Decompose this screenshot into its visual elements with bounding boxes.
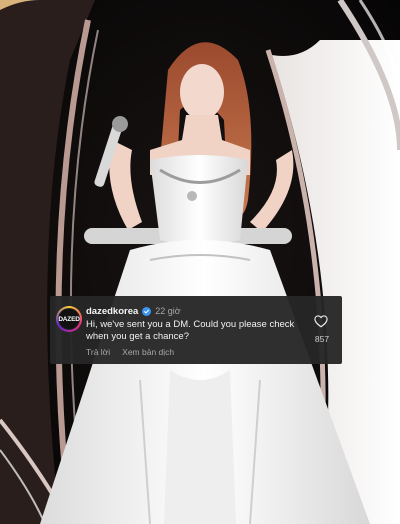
- avatar-logo-text: DAZED: [58, 315, 80, 323]
- see-translation-button[interactable]: Xem bản dịch: [122, 347, 174, 357]
- like-count: 857: [314, 334, 330, 344]
- avatar-inner: DAZED: [58, 308, 80, 330]
- verified-badge-icon: [142, 306, 152, 316]
- comment-text: Hi, we've sent you a DM. Could you pleas…: [86, 319, 295, 342]
- comment-timestamp: 22 giờ: [155, 306, 181, 316]
- reply-button[interactable]: Trả lời: [86, 347, 110, 357]
- comment-card: DAZED dazedkorea 22 giờ Hi, we've sent y…: [50, 296, 342, 364]
- background-photo: [0, 0, 400, 524]
- heart-icon[interactable]: [314, 315, 328, 328]
- comment-actions: Trả lời Xem bản dịch: [86, 347, 174, 357]
- avatar[interactable]: DAZED: [56, 306, 82, 332]
- comment-header: dazedkorea 22 giờ: [86, 304, 181, 318]
- username[interactable]: dazedkorea: [86, 306, 138, 317]
